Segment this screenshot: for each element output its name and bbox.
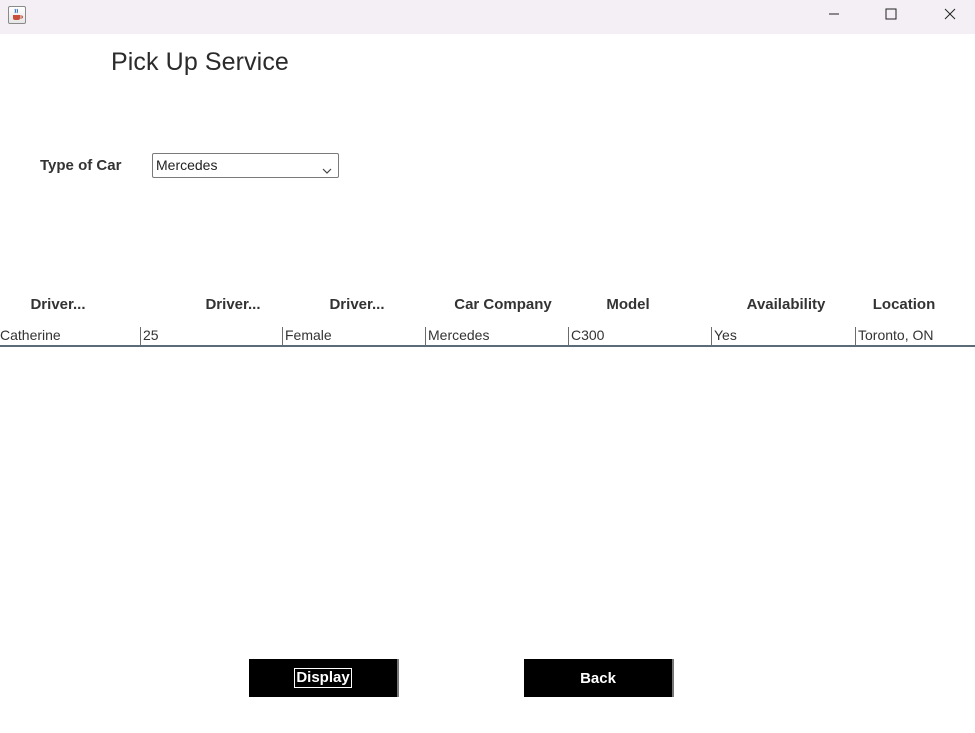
column-header-car-company[interactable]: Car Company: [454, 296, 552, 313]
column-header-location[interactable]: Location: [873, 296, 936, 313]
maximize-button[interactable]: [862, 0, 920, 32]
display-button[interactable]: Display: [249, 659, 399, 697]
window-titlebar: [0, 0, 975, 34]
minimize-icon: [828, 7, 840, 25]
close-icon: [944, 7, 956, 25]
table-cell[interactable]: Female: [282, 327, 425, 346]
table-cell[interactable]: Toronto, ON: [855, 327, 975, 346]
table-header: Driver... Driver... Driver... Car Compan…: [0, 290, 975, 320]
page-title: Pick Up Service: [111, 48, 289, 76]
car-type-label: Type of Car: [40, 157, 122, 174]
maximize-icon: [885, 7, 897, 25]
java-cup-icon[interactable]: [8, 6, 26, 24]
column-header-model[interactable]: Model: [606, 296, 649, 313]
chevron-down-icon: [322, 162, 332, 180]
table-cell[interactable]: Yes: [711, 327, 855, 346]
back-button-label: Back: [580, 669, 616, 687]
table-cell[interactable]: Mercedes: [425, 327, 568, 346]
column-header-driver-gender[interactable]: Driver...: [329, 296, 384, 313]
table-row[interactable]: Catherine 25 Female Mercedes C300 Yes To…: [0, 325, 975, 347]
table-cell[interactable]: 25: [140, 327, 282, 346]
back-button[interactable]: Back: [524, 659, 674, 697]
close-button[interactable]: [921, 0, 975, 32]
minimize-button[interactable]: [805, 0, 863, 32]
column-header-driver-name[interactable]: Driver...: [30, 296, 85, 313]
column-header-driver-age[interactable]: Driver...: [205, 296, 260, 313]
column-header-availability[interactable]: Availability: [747, 296, 826, 313]
car-type-selected-value: Mercedes: [156, 157, 218, 173]
display-button-label: Display: [294, 668, 352, 688]
table-cell[interactable]: C300: [568, 327, 711, 346]
table-cell[interactable]: Catherine: [0, 327, 140, 346]
car-type-dropdown[interactable]: Mercedes: [152, 153, 339, 178]
